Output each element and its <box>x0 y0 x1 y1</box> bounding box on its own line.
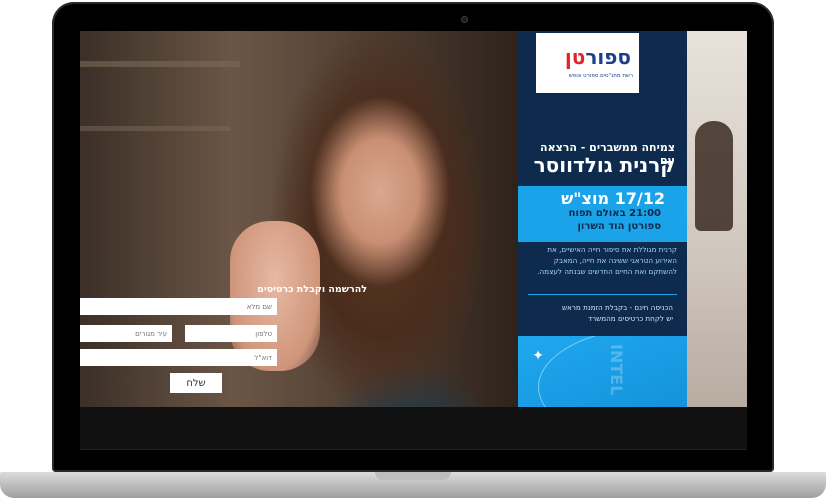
speaker-name: קרנית גולדווסר <box>533 153 675 177</box>
event-venue: ספורטן הוד השרון <box>577 221 661 232</box>
phone-input[interactable] <box>185 325 277 342</box>
background-shelf <box>80 126 230 131</box>
event-panel: ספורטן רשת מתנ"סים ספורט ונופש צמיחה ממש… <box>518 31 687 407</box>
logo-main-text: ספור <box>585 45 631 69</box>
panel-divider <box>528 294 677 295</box>
logo-tagline: רשת מתנ"סים ספורט ונופש <box>568 73 633 79</box>
entry-info: הכניסה חינם - בקבלת הזמנת מראש יש לקחת כ… <box>528 302 673 324</box>
background-room <box>687 31 747 407</box>
submit-button[interactable]: שלח <box>170 373 222 393</box>
entry-line-2: יש לקחת כרטיסים מהמשרד <box>588 314 673 323</box>
entry-line-1: הכניסה חינם - בקבלת הזמנת מראש <box>561 303 673 312</box>
background-object <box>695 121 733 231</box>
logo-red-text: טן <box>564 45 586 69</box>
event-date: 17/12 מוצ"ש <box>561 189 665 208</box>
background-shelf <box>80 61 240 67</box>
form-title: להרשמה וקבלת כרטיסים <box>257 284 367 295</box>
date-box: 17/12 מוצ"ש 21:00 באולם תפוח ספורטן הוד … <box>518 186 687 242</box>
email-input[interactable] <box>80 349 277 366</box>
sportan-logo[interactable]: ספורטן רשת מתנ"סים ספורט ונופש <box>536 33 639 93</box>
event-description: קרנית מגוללת את סיפור חייה האישיים, את ה… <box>537 245 677 276</box>
laptop-screen: ספורטן רשת מתנ"סים ספורט ונופש צמיחה ממש… <box>80 31 747 407</box>
city-input[interactable] <box>80 325 172 342</box>
webcam-icon <box>461 16 468 23</box>
sparkle-icon: ✦ <box>532 348 544 364</box>
sign-graphic: ✦ INTEL <box>518 336 687 407</box>
sign-text: INTEL <box>607 344 626 396</box>
logo-wordmark: ספורטן <box>565 45 631 69</box>
laptop-bezel-bottom <box>80 407 747 450</box>
laptop-mockup: ספורטן רשת מתנ"סים ספורט ונופש צמיחה ממש… <box>0 0 826 500</box>
event-time: 21:00 באולם תפוח <box>568 208 661 219</box>
laptop-notch <box>375 472 451 480</box>
full-name-input[interactable] <box>80 298 277 315</box>
